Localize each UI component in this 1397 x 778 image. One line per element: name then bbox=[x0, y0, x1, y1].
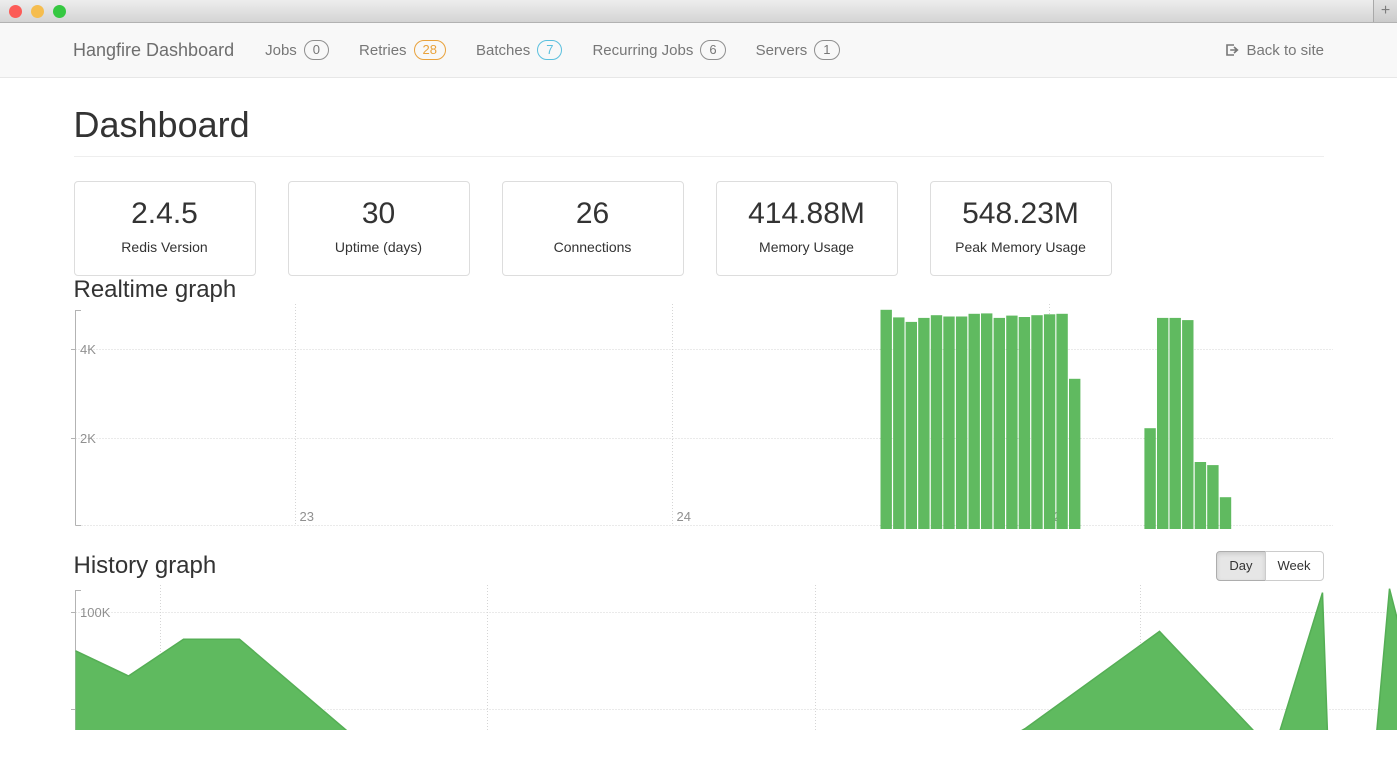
history-chart-canvas: 100K50K bbox=[70, 585, 1397, 730]
window-controls bbox=[9, 5, 66, 18]
nav-item-label: Recurring Jobs bbox=[592, 42, 693, 59]
history-graph-title: History graph bbox=[74, 552, 217, 580]
stat-card-connections: 26 Connections bbox=[502, 181, 684, 276]
svg-text:23: 23 bbox=[299, 509, 313, 524]
stat-label: Uptime (days) bbox=[289, 239, 469, 255]
main-nav: Jobs 0 Retries 28 Batches 7 Recurring Jo… bbox=[250, 40, 854, 60]
new-tab-button[interactable]: + bbox=[1373, 0, 1397, 22]
stats-row: 2.4.5 Redis Version 30 Uptime (days) 26 … bbox=[74, 181, 1324, 276]
stat-label: Redis Version bbox=[75, 239, 255, 255]
zoom-button[interactable] bbox=[53, 5, 66, 18]
nav-item-retries[interactable]: Retries 28 bbox=[344, 40, 461, 60]
nav-item-batches[interactable]: Batches 7 bbox=[461, 40, 577, 60]
nav-item-label: Batches bbox=[476, 42, 530, 59]
page-content: Dashboard 2.4.5 Redis Version 30 Uptime … bbox=[74, 104, 1324, 730]
stat-label: Peak Memory Usage bbox=[931, 239, 1111, 255]
retries-count-badge: 28 bbox=[414, 40, 446, 60]
navbar: Hangfire Dashboard Jobs 0 Retries 28 Bat… bbox=[0, 23, 1397, 78]
minimize-button[interactable] bbox=[31, 5, 44, 18]
nav-item-jobs[interactable]: Jobs 0 bbox=[250, 40, 344, 60]
stat-value: 414.88M bbox=[717, 197, 897, 231]
stat-label: Memory Usage bbox=[717, 239, 897, 255]
back-to-site-link[interactable]: Back to site bbox=[1224, 42, 1324, 59]
stat-card-uptime: 30 Uptime (days) bbox=[288, 181, 470, 276]
history-period-toggle: Day Week bbox=[1216, 551, 1323, 581]
stat-value: 2.4.5 bbox=[75, 197, 255, 231]
recurring-jobs-count-badge: 6 bbox=[700, 40, 725, 60]
realtime-graph: 4K2K232425 bbox=[74, 304, 1324, 529]
stat-label: Connections bbox=[503, 239, 683, 255]
svg-text:2K: 2K bbox=[80, 431, 96, 446]
close-button[interactable] bbox=[9, 5, 22, 18]
servers-count-badge: 1 bbox=[814, 40, 839, 60]
day-button[interactable]: Day bbox=[1216, 551, 1265, 581]
stat-card-peak-memory-usage: 548.23M Peak Memory Usage bbox=[930, 181, 1112, 276]
title-divider bbox=[74, 156, 1324, 157]
nav-item-servers[interactable]: Servers 1 bbox=[741, 40, 855, 60]
exit-icon bbox=[1224, 42, 1240, 58]
jobs-count-badge: 0 bbox=[304, 40, 329, 60]
stat-value: 548.23M bbox=[931, 197, 1111, 231]
batches-count-badge: 7 bbox=[537, 40, 562, 60]
nav-item-label: Retries bbox=[359, 42, 407, 59]
history-graph: 100K50K bbox=[74, 585, 1324, 730]
history-graph-header: History graph Day Week bbox=[74, 551, 1324, 581]
nav-item-label: Jobs bbox=[265, 42, 297, 59]
nav-item-recurring-jobs[interactable]: Recurring Jobs 6 bbox=[577, 40, 740, 60]
realtime-graph-title: Realtime graph bbox=[74, 276, 1324, 304]
svg-text:24: 24 bbox=[676, 509, 690, 524]
stat-value: 30 bbox=[289, 197, 469, 231]
page-title: Dashboard bbox=[74, 104, 1324, 146]
stat-card-redis-version: 2.4.5 Redis Version bbox=[74, 181, 256, 276]
window-titlebar: + bbox=[0, 0, 1397, 23]
svg-text:4K: 4K bbox=[80, 342, 96, 357]
nav-item-label: Servers bbox=[756, 42, 808, 59]
back-to-site-label: Back to site bbox=[1246, 42, 1324, 59]
stat-card-memory-usage: 414.88M Memory Usage bbox=[716, 181, 898, 276]
plus-icon: + bbox=[1381, 2, 1390, 19]
brand-link[interactable]: Hangfire Dashboard bbox=[73, 40, 234, 61]
svg-text:100K: 100K bbox=[80, 605, 111, 620]
stat-value: 26 bbox=[503, 197, 683, 231]
realtime-chart-canvas: 4K2K232425 bbox=[70, 304, 1333, 529]
week-button[interactable]: Week bbox=[1265, 551, 1324, 581]
